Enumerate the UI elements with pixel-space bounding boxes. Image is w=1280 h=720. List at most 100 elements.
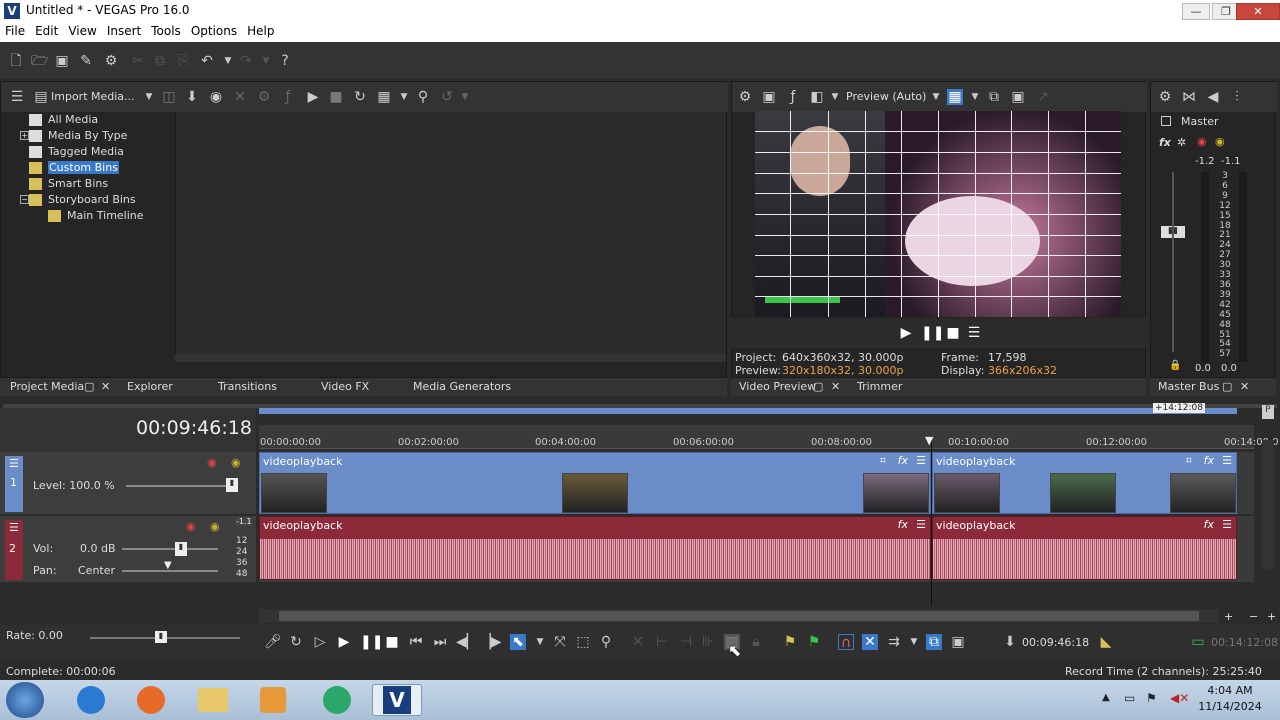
show-hidden-icons[interactable]: ▲ bbox=[1102, 692, 1110, 703]
playhead-marker-icon[interactable]: ▼ bbox=[925, 434, 933, 447]
tab-video-fx[interactable]: Video FX bbox=[321, 380, 369, 393]
menu-options[interactable]: Options bbox=[186, 22, 242, 40]
split-icon[interactable]: ⊪ bbox=[700, 634, 716, 650]
redo-dropdown-icon[interactable]: ▼ bbox=[258, 53, 274, 69]
save-icon[interactable]: ▣ bbox=[54, 53, 70, 69]
clock-time[interactable]: 4:04 AM bbox=[1200, 684, 1260, 697]
insert-marker-icon[interactable]: ⚑ bbox=[782, 634, 798, 650]
action-center-icon[interactable]: ▭ bbox=[1124, 691, 1135, 705]
playhead-cursor[interactable] bbox=[931, 436, 932, 606]
flag-icon[interactable]: ⚑ bbox=[1146, 691, 1157, 705]
loop-region-bar[interactable] bbox=[259, 408, 1237, 414]
tab-media-generators[interactable]: Media Generators bbox=[413, 380, 511, 393]
zoom-in-icon[interactable]: + bbox=[1224, 610, 1233, 623]
chat-app-icon[interactable] bbox=[312, 684, 362, 716]
undo-dropdown-icon[interactable]: ▼ bbox=[220, 53, 236, 69]
get-media-icon[interactable]: ⬇ bbox=[184, 89, 200, 105]
tree-item-main-timeline[interactable]: Main Timeline bbox=[48, 208, 144, 224]
preview-menu-icon[interactable]: ☰ bbox=[966, 325, 982, 341]
stop-media-icon[interactable]: ■ bbox=[328, 89, 344, 105]
whats-this-icon[interactable]: ? bbox=[277, 53, 293, 69]
external-monitor-icon[interactable]: ↗ bbox=[1035, 89, 1051, 105]
lock-envelopes-icon[interactable]: ⧉ bbox=[926, 634, 942, 650]
go-to-end-icon[interactable]: ⏭ bbox=[432, 634, 448, 650]
refresh-icon[interactable]: ↺ bbox=[439, 89, 455, 105]
play-icon[interactable]: ▶ bbox=[898, 325, 914, 341]
ignore-grouping-icon[interactable]: ▣ bbox=[950, 634, 966, 650]
envelope-tool-icon[interactable]: ⤧ bbox=[552, 634, 568, 650]
auto-crossfade-icon[interactable]: ✕ bbox=[862, 634, 878, 650]
save-snapshot-icon[interactable]: ▣ bbox=[1010, 89, 1026, 105]
stop-icon[interactable]: ■ bbox=[945, 325, 961, 341]
tab-master-bus[interactable]: Master Bus bbox=[1158, 380, 1219, 393]
views-icon[interactable]: ▦ bbox=[376, 89, 392, 105]
minimize-button[interactable]: — bbox=[1182, 3, 1210, 20]
tree-item-tagged-media[interactable]: Tagged Media bbox=[29, 144, 124, 160]
solo-icon[interactable]: ◉ bbox=[1215, 135, 1225, 148]
import-media-button[interactable]: Import Media... bbox=[51, 90, 135, 103]
edit-tool-dropdown-icon[interactable]: ▼ bbox=[532, 634, 548, 650]
expand-icon[interactable]: + bbox=[20, 131, 29, 140]
tab-explorer[interactable]: Explorer bbox=[127, 380, 173, 393]
copy-icon[interactable]: ⧉ bbox=[152, 53, 168, 69]
pause-icon[interactable]: ❚❚ bbox=[921, 325, 944, 341]
horizontal-scrollbar[interactable] bbox=[259, 609, 1219, 623]
collapse-icon[interactable]: − bbox=[20, 195, 29, 204]
crop-icon[interactable]: ⌗ bbox=[1186, 454, 1192, 468]
volume-muted-icon[interactable]: ◀✕ bbox=[1170, 691, 1189, 705]
quality-dropdown-icon[interactable]: ▼ bbox=[928, 89, 944, 105]
crop-icon[interactable]: ⌗ bbox=[880, 454, 886, 468]
ripple-dropdown-icon[interactable]: ▼ bbox=[906, 634, 922, 650]
trim-start-icon[interactable]: ⊢ bbox=[654, 634, 670, 650]
copy-snapshot-icon[interactable]: ⧉ bbox=[986, 89, 1002, 105]
mute-icon[interactable]: ◉ bbox=[1197, 135, 1207, 148]
record-icon[interactable]: 🎤︎ bbox=[264, 634, 282, 650]
internet-explorer-icon[interactable] bbox=[66, 684, 116, 716]
mixer-settings-icon[interactable]: ⚙ bbox=[1157, 89, 1173, 105]
video-clip[interactable]: videoplayback ⌗ fx ☰ bbox=[259, 452, 931, 514]
master-checkbox[interactable] bbox=[1161, 116, 1171, 126]
menu-insert[interactable]: Insert bbox=[102, 22, 146, 40]
mixer-faders-icon[interactable]: ⫶ bbox=[1229, 89, 1245, 105]
trim-end-icon[interactable]: ⊣ bbox=[678, 634, 694, 650]
vertical-scrollbar[interactable] bbox=[1262, 440, 1274, 570]
paste-icon[interactable]: ⎘ bbox=[175, 53, 191, 69]
menu-view[interactable]: View bbox=[63, 22, 101, 40]
lock-icon[interactable]: 🔒 bbox=[1169, 360, 1181, 371]
video-level-handle[interactable]: ▮ bbox=[226, 478, 238, 492]
delete-icon[interactable]: ✕ bbox=[232, 89, 248, 105]
import-media-icon[interactable]: ▤ bbox=[33, 89, 49, 105]
cut-icon[interactable]: ✂ bbox=[130, 53, 146, 69]
track-menu-icon[interactable]: ☰ bbox=[9, 521, 19, 534]
tab-trimmer[interactable]: Trimmer bbox=[857, 380, 902, 393]
close-button[interactable]: ✕ bbox=[1236, 3, 1280, 20]
zoom-out-icon[interactable]: − bbox=[1249, 610, 1258, 623]
views-dropdown-icon[interactable]: ▼ bbox=[396, 89, 412, 105]
tree-item-storyboard-bins[interactable]: − Storyboard Bins bbox=[20, 192, 136, 208]
float-icon[interactable]: ▢ bbox=[84, 380, 94, 393]
clip-menu-icon[interactable]: ☰ bbox=[916, 518, 926, 531]
video-fx-icon[interactable]: ƒ bbox=[785, 89, 801, 105]
marker-pin-icon[interactable]: P bbox=[1262, 405, 1274, 419]
rate-handle[interactable]: ▮ bbox=[155, 631, 167, 643]
redo-icon[interactable]: ↷ bbox=[238, 53, 254, 69]
tree-item-media-by-type[interactable]: + Media By Type bbox=[20, 128, 127, 144]
pause-icon[interactable]: ❚❚ bbox=[360, 634, 383, 650]
preview-settings-icon[interactable]: ⚙ bbox=[737, 89, 753, 105]
overlays-grid-icon[interactable]: ▦ bbox=[947, 89, 963, 105]
clip-menu-icon[interactable]: ☰ bbox=[1222, 518, 1232, 531]
vegas-taskbar-icon[interactable]: V bbox=[372, 684, 422, 716]
master-fader-track[interactable] bbox=[1172, 172, 1174, 352]
import-dropdown-icon[interactable]: ▼ bbox=[141, 89, 157, 105]
clock-date[interactable]: 11/14/2024 bbox=[1196, 700, 1264, 713]
auto-ripple-icon[interactable]: ⇉ bbox=[886, 634, 902, 650]
insert-region-icon[interactable]: ⚑ bbox=[806, 634, 822, 650]
play-icon[interactable]: ▶ bbox=[336, 634, 352, 650]
tree-item-custom-bins[interactable]: Custom Bins bbox=[29, 160, 119, 176]
menu-help[interactable]: Help bbox=[242, 22, 279, 40]
properties-icon[interactable]: ⚙ bbox=[256, 89, 272, 105]
delete-tool-icon[interactable]: ✕ bbox=[630, 634, 646, 650]
clip-fx-icon[interactable]: fx bbox=[1204, 454, 1214, 467]
vol-slider[interactable] bbox=[122, 548, 218, 550]
cursor-time[interactable]: 00:09:46:18 bbox=[1022, 636, 1089, 649]
